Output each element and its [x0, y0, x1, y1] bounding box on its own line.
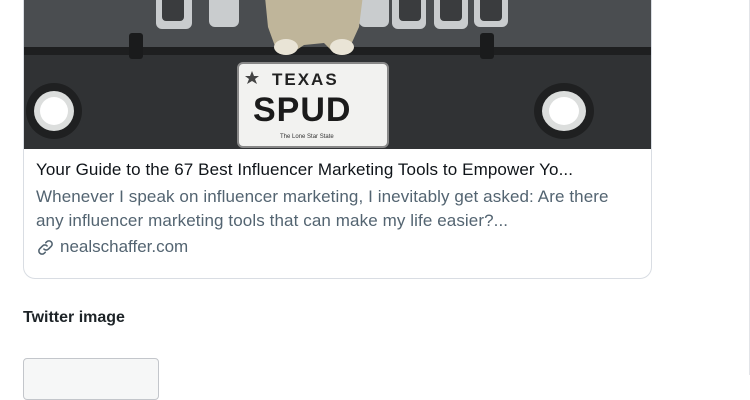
card-domain: nealschaffer.com: [60, 237, 189, 256]
link-icon: [36, 238, 55, 257]
card-domain-row: nealschaffer.com: [36, 235, 641, 259]
plate-footer: The Lone Star State: [280, 134, 334, 140]
card-description: Whenever I speak on influencer marketing…: [36, 187, 609, 230]
plate-number: SPUD: [253, 91, 351, 129]
card-title: Your Guide to the 67 Best Influencer Mar…: [36, 160, 574, 179]
plate-state: TEXAS: [272, 70, 339, 89]
twitter-image-select-button[interactable]: [23, 358, 159, 400]
card-image: TEXAS SPUD The Lone Star State: [24, 0, 651, 149]
social-preview-panel: TEXAS SPUD The Lone Star State Your Guid…: [0, 0, 750, 400]
twitter-card-preview[interactable]: TEXAS SPUD The Lone Star State Your Guid…: [23, 0, 652, 279]
twitter-image-label: Twitter image: [23, 309, 125, 326]
